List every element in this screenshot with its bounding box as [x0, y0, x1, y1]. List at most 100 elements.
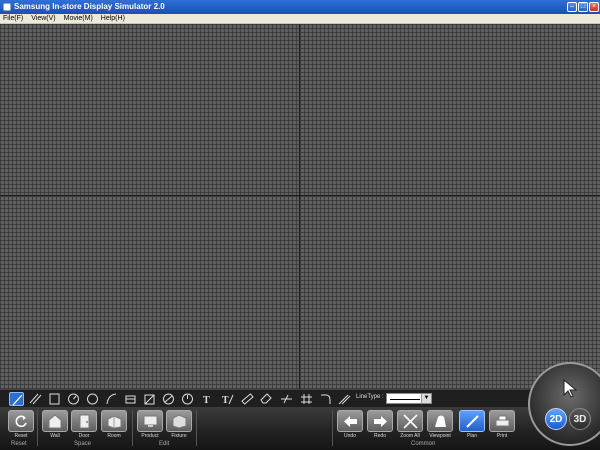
text-tool[interactable]: T: [200, 392, 215, 406]
group-separator: [332, 410, 333, 446]
viewpoint-button[interactable]: Viewpoint: [427, 410, 453, 440]
double-line-icon: [29, 393, 42, 405]
cursor-icon[interactable]: [560, 378, 580, 398]
svg-text:T: T: [222, 395, 229, 406]
circle-radius-tool[interactable]: [66, 392, 81, 406]
prohibit-icon: [163, 393, 174, 405]
trim-tool[interactable]: [279, 392, 294, 406]
angle-tool[interactable]: [180, 392, 195, 406]
reset-icon: [15, 415, 27, 428]
offset-icon: [338, 394, 351, 405]
line-sample: [390, 399, 420, 400]
circle-tool[interactable]: [85, 392, 100, 406]
undo-label: Undo: [344, 433, 356, 439]
print-button[interactable]: Print: [489, 410, 515, 440]
plan-label: Plan: [466, 433, 477, 439]
arrow-left-icon: [344, 416, 357, 427]
measure-tool[interactable]: [240, 392, 255, 406]
undo-button[interactable]: Undo: [337, 410, 363, 440]
menu-bar: File(F) View(V) Movie(M) Help(H): [0, 14, 600, 24]
window-frame-icon: [125, 395, 136, 404]
arc-tool[interactable]: [104, 392, 119, 406]
zoom-all-label: Zoom All: [400, 433, 420, 439]
text-edit-tool[interactable]: T: [220, 392, 235, 406]
text-edit-icon: T: [222, 394, 234, 406]
plan-button[interactable]: Plan: [459, 410, 485, 440]
no-entry-tool[interactable]: [161, 392, 176, 406]
menu-movie[interactable]: Movie(M): [64, 14, 93, 23]
door-label: Door: [78, 433, 90, 439]
stair-tool[interactable]: [142, 392, 157, 406]
gauge-icon: [182, 393, 193, 405]
room-button[interactable]: Room: [101, 410, 127, 440]
redo-button[interactable]: Redo: [367, 410, 393, 440]
eraser-tool[interactable]: [259, 392, 274, 406]
monitor-icon: [143, 415, 158, 427]
app-icon: [3, 3, 11, 11]
room-icon: [107, 415, 122, 429]
viewpoint-icon: [435, 415, 446, 427]
line-tool[interactable]: [9, 392, 24, 406]
fixture-icon: [172, 414, 187, 429]
chevron-down-icon: ▼: [421, 394, 431, 403]
group-label-reset: Reset: [11, 441, 27, 447]
product-button[interactable]: Product: [137, 410, 163, 440]
circle-radius-icon: [68, 393, 79, 405]
room-label: Room: [107, 433, 121, 439]
ruler-icon: [241, 393, 254, 405]
horizontal-axis: [0, 195, 600, 196]
rectangle-icon: [49, 393, 60, 405]
door-icon: [79, 414, 90, 429]
menu-help[interactable]: Help(H): [101, 14, 125, 23]
trim-icon: [281, 394, 292, 404]
fillet-tool[interactable]: [318, 392, 333, 406]
printer-icon: [495, 415, 510, 427]
close-button[interactable]: ×: [589, 2, 599, 12]
group-label-space: Space: [74, 441, 92, 447]
menu-file[interactable]: File(F): [3, 14, 23, 23]
reset-button[interactable]: Reset: [8, 410, 34, 440]
viewpoint-label: Viewpoint: [429, 433, 451, 439]
print-label: Print: [496, 433, 508, 439]
arrow-right-icon: [374, 416, 387, 427]
window-tool[interactable]: [123, 392, 138, 406]
extend-tool[interactable]: [299, 392, 314, 406]
wall-label: Wall: [50, 433, 60, 439]
stair-icon: [144, 394, 155, 405]
maximize-button[interactable]: □: [578, 2, 588, 12]
linetype-dropdown[interactable]: ▼: [386, 393, 432, 404]
2d-mode-button[interactable]: 2D: [545, 408, 567, 430]
offset-tool[interactable]: [337, 392, 352, 406]
zoom-all-button[interactable]: Zoom All: [397, 410, 423, 440]
app-window: Samsung In-store Display Simulator 2.0 –…: [0, 0, 600, 450]
3d-mode-button[interactable]: 3D: [569, 408, 591, 430]
zoom-all-icon: [403, 414, 418, 429]
wall-button[interactable]: Wall: [42, 410, 68, 440]
title-bar: Samsung In-store Display Simulator 2.0 –…: [0, 0, 600, 14]
group-separator: [196, 410, 197, 446]
fillet-icon: [321, 394, 331, 404]
pencil-icon: [466, 415, 479, 428]
double-line-tool[interactable]: [28, 392, 43, 406]
text-icon: T: [203, 395, 210, 406]
group-separator: [132, 410, 133, 446]
menu-view[interactable]: View(V): [31, 14, 55, 23]
circle-icon: [87, 393, 98, 405]
door-button[interactable]: Door: [71, 410, 97, 440]
drawing-canvas[interactable]: [0, 24, 600, 389]
line-icon: [12, 394, 23, 406]
window-title: Samsung In-store Display Simulator 2.0: [14, 2, 165, 11]
minimize-button[interactable]: –: [567, 2, 577, 12]
fixture-button[interactable]: Fixture: [166, 410, 192, 440]
rectangle-tool[interactable]: [47, 392, 62, 406]
group-separator: [37, 410, 38, 446]
linetype-label: LineType :: [356, 394, 384, 400]
redo-label: Redo: [374, 433, 386, 439]
grid-cross-icon: [301, 394, 312, 404]
fixture-label: Fixture: [171, 433, 187, 439]
product-label: Product: [141, 433, 159, 439]
draw-toolbar: T T LineType : ▼: [0, 389, 600, 407]
svg-text:T: T: [203, 395, 210, 406]
wall-icon: [48, 414, 62, 429]
reset-label: Reset: [14, 433, 28, 439]
